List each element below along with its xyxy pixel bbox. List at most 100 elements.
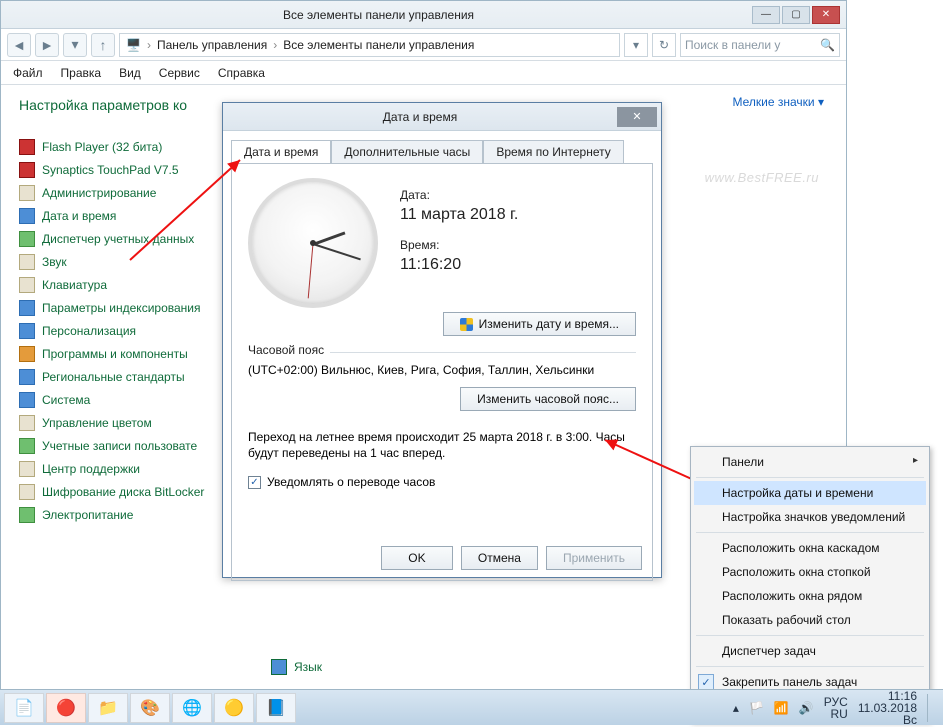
address-bar[interactable]: 🖥️ › Панель управления › Все элементы па… (119, 33, 620, 57)
tray-action-center-icon[interactable]: 🏳️ (749, 701, 764, 715)
cp-item-personal[interactable]: Персонализация (19, 323, 229, 339)
ctx-cascade[interactable]: Расположить окна каскадом (694, 536, 926, 560)
cp-item-admin[interactable]: Администрирование (19, 185, 229, 201)
dt-title: Дата и время (223, 110, 617, 124)
ctx-separator (696, 477, 924, 478)
programs-icon (19, 346, 35, 362)
cp-item-users[interactable]: Учетные записи пользовате (19, 438, 229, 454)
cp-item-language[interactable]: Язык (271, 659, 322, 675)
address-dropdown[interactable]: ▾ (624, 33, 648, 57)
dt-pane: Дата: 11 марта 2018 г. Время: 11:16:20 И… (231, 163, 653, 581)
breadcrumb-item[interactable]: Панель управления (157, 38, 267, 52)
folder-icon (19, 185, 35, 201)
menu-help[interactable]: Справка (218, 66, 265, 80)
cp-items-list: Flash Player (32 бита) Synaptics TouchPa… (19, 139, 229, 523)
users-icon (19, 438, 35, 454)
breadcrumb-item[interactable]: Все элементы панели управления (283, 38, 474, 52)
close-button[interactable]: ✕ (812, 6, 840, 24)
minimize-button[interactable]: — (752, 6, 780, 24)
tray-network-icon[interactable]: 📶 (774, 701, 789, 715)
ctx-separator (696, 532, 924, 533)
view-mode-selector[interactable]: Мелкие значки (733, 95, 824, 109)
menu-file[interactable]: Файл (13, 66, 43, 80)
cancel-button[interactable]: Отмена (461, 546, 538, 570)
ctx-separator (696, 635, 924, 636)
power-icon (19, 507, 35, 523)
search-input[interactable]: Поиск в панели у 🔍 (680, 33, 840, 57)
menu-service[interactable]: Сервис (159, 66, 200, 80)
maximize-button[interactable]: ▢ (782, 6, 810, 24)
system-icon (19, 392, 35, 408)
ctx-separator (696, 666, 924, 667)
tab-internet-time[interactable]: Время по Интернету (483, 140, 623, 164)
cp-item-keyboard[interactable]: Клавиатура (19, 277, 229, 293)
taskbar-icon-paint[interactable]: 🎨 (130, 693, 170, 723)
cp-item-synaptics[interactable]: Synaptics TouchPad V7.5 (19, 162, 229, 178)
back-button[interactable]: ◄ (7, 33, 31, 57)
menu-bar: Файл Правка Вид Сервис Справка (1, 61, 846, 85)
tray-language[interactable]: РУС RU (824, 696, 848, 720)
ctx-panels[interactable]: Панели (694, 450, 926, 474)
cp-item-color[interactable]: Управление цветом (19, 415, 229, 431)
breadcrumb-separator: › (147, 38, 151, 52)
tray-clock[interactable]: 11:16 11.03.2018 Bс (858, 690, 917, 726)
taskbar-icon-app7[interactable]: 📘 (256, 693, 296, 723)
dst-info: Переход на летнее время происходит 25 ма… (248, 429, 636, 461)
tray-volume-icon[interactable]: 🔊 (799, 701, 814, 715)
taskbar-context-menu: Панели Настройка даты и времени Настройк… (690, 446, 930, 722)
cp-item-action[interactable]: Центр поддержки (19, 461, 229, 477)
dt-titlebar[interactable]: Дата и время ✕ (223, 103, 661, 131)
index-icon (19, 300, 35, 316)
vault-icon (19, 231, 35, 247)
history-button[interactable]: ▾ (63, 33, 87, 57)
analog-clock (248, 178, 378, 308)
show-desktop-button[interactable] (927, 694, 935, 722)
forward-button[interactable]: ► (35, 33, 59, 57)
change-datetime-button[interactable]: Изменить дату и время... (443, 312, 636, 336)
menu-edit[interactable]: Правка (61, 66, 102, 80)
speaker-icon (19, 254, 35, 270)
taskbar-icon-app2[interactable]: 🔴 (46, 693, 86, 723)
cp-item-system[interactable]: Система (19, 392, 229, 408)
apply-button[interactable]: Применить (546, 546, 642, 570)
taskbar[interactable]: 📄 🔴 📁 🎨 🌐 🟡 📘 ▴ 🏳️ 📶 🔊 РУС RU 11:16 11.0… (0, 689, 943, 725)
change-timezone-button[interactable]: Изменить часовой пояс... (460, 387, 636, 411)
dt-close-button[interactable]: ✕ (617, 107, 657, 127)
ctx-datetime[interactable]: Настройка даты и времени (694, 481, 926, 505)
tab-datetime[interactable]: Дата и время (231, 140, 331, 164)
cp-item-bitlocker[interactable]: Шифрование диска BitLocker (19, 484, 229, 500)
notify-dst-checkbox[interactable]: ✓ Уведомлять о переводе часов (248, 475, 435, 489)
cp-item-power[interactable]: Электропитание (19, 507, 229, 523)
ctx-task-manager[interactable]: Диспетчер задач (694, 639, 926, 663)
menu-view[interactable]: Вид (119, 66, 141, 80)
ctx-notification-icons[interactable]: Настройка значков уведомлений (694, 505, 926, 529)
address-bar-row: ◄ ► ▾ ↑ 🖥️ › Панель управления › Все эле… (1, 29, 846, 61)
ctx-side[interactable]: Расположить окна рядом (694, 584, 926, 608)
refresh-button[interactable]: ↻ (652, 33, 676, 57)
personalization-icon (19, 323, 35, 339)
dt-tabs: Дата и время Дополнительные часы Время п… (223, 131, 661, 163)
cp-item-flash[interactable]: Flash Player (32 бита) (19, 139, 229, 155)
taskbar-icon-app6[interactable]: 🟡 (214, 693, 254, 723)
date-value: 11 марта 2018 г. (400, 206, 518, 224)
clock-icon (19, 208, 35, 224)
cp-item-sound[interactable]: Звук (19, 254, 229, 270)
cp-item-indexing[interactable]: Параметры индексирования (19, 300, 229, 316)
tab-extra-clocks[interactable]: Дополнительные часы (331, 140, 483, 164)
cp-item-credential[interactable]: Диспетчер учетных данных (19, 231, 229, 247)
up-button[interactable]: ↑ (91, 33, 115, 57)
ctx-stack[interactable]: Расположить окна стопкой (694, 560, 926, 584)
ok-button[interactable]: OK (381, 546, 453, 570)
checkbox-icon: ✓ (248, 476, 261, 489)
taskbar-icon-app5[interactable]: 🌐 (172, 693, 212, 723)
taskbar-icon-explorer[interactable]: 📁 (88, 693, 128, 723)
tray-chevron-icon[interactable]: ▴ (733, 701, 739, 715)
ctx-show-desktop[interactable]: Показать рабочий стол (694, 608, 926, 632)
taskbar-icon-app1[interactable]: 📄 (4, 693, 44, 723)
cp-item-programs[interactable]: Программы и компоненты (19, 346, 229, 362)
keyboard-icon (19, 277, 35, 293)
cp-titlebar[interactable]: Все элементы панели управления — ▢ ✕ (1, 1, 846, 29)
cp-item-region[interactable]: Региональные стандарты (19, 369, 229, 385)
cp-item-datetime[interactable]: Дата и время (19, 208, 229, 224)
flash-icon (19, 139, 35, 155)
